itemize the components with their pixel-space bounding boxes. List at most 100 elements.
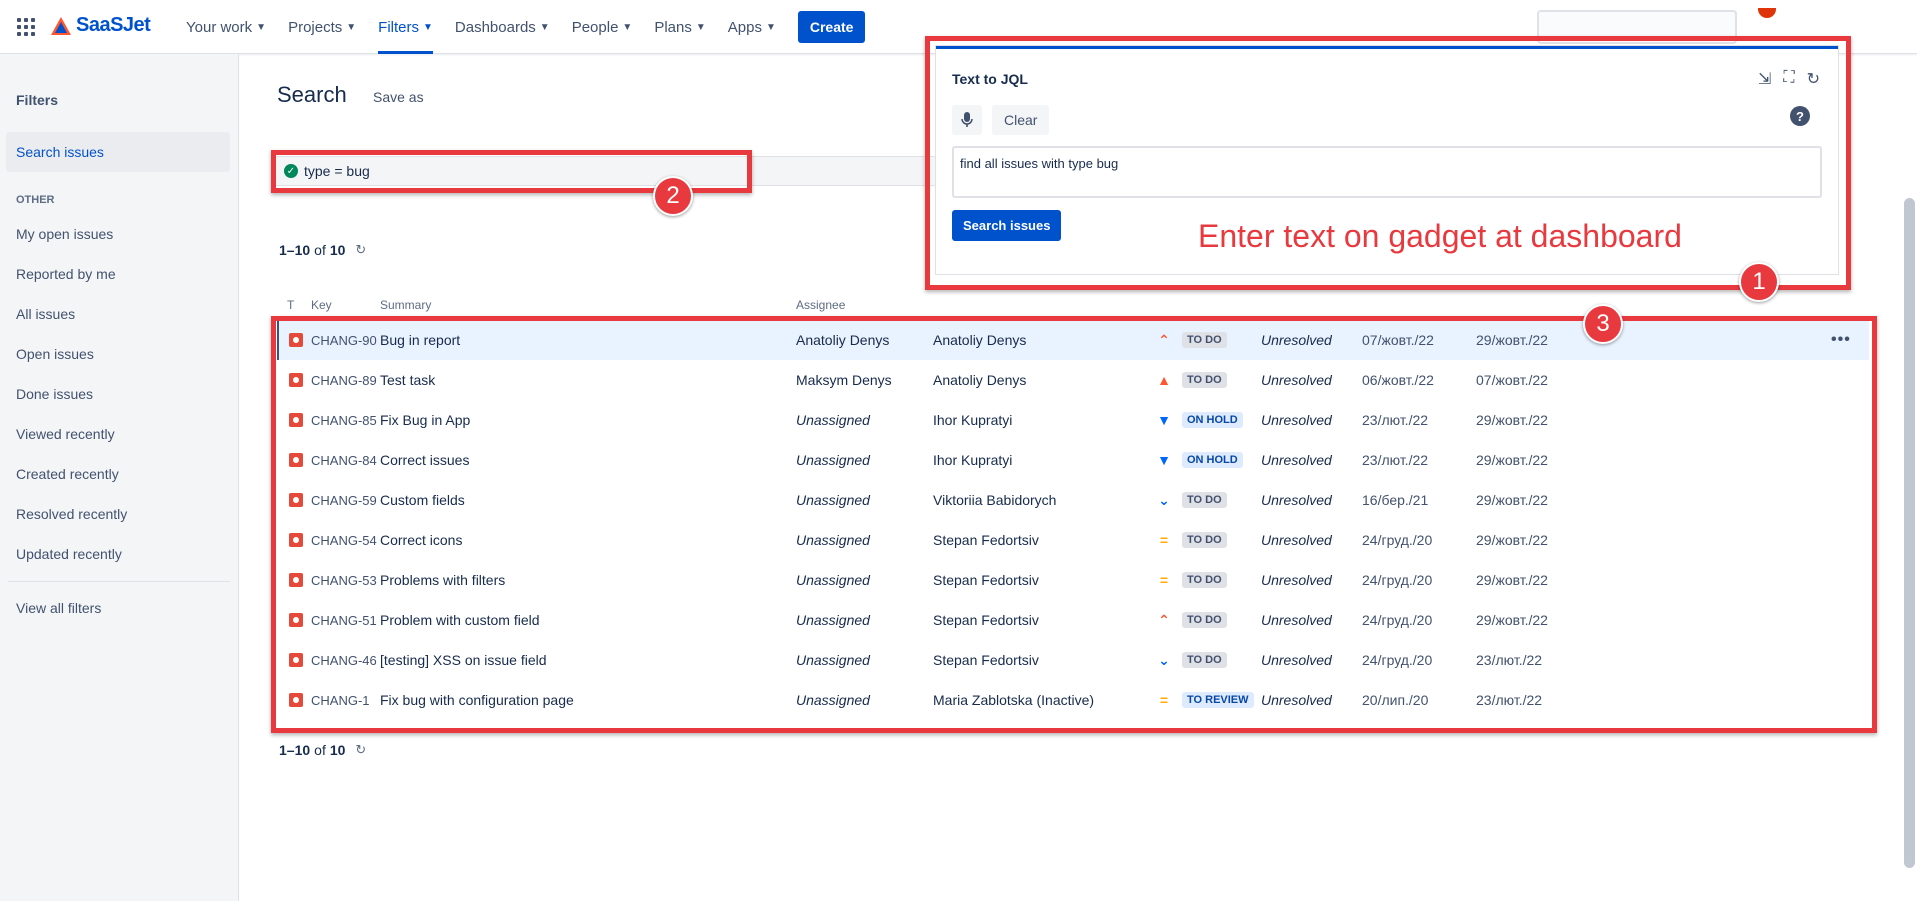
issue-summary[interactable]: Test task (380, 360, 435, 400)
annotation-marker-1: 1 (1739, 262, 1779, 302)
sidebar-item-updated-recently[interactable]: Updated recently (6, 534, 230, 574)
search-issues-button[interactable]: Search issues (952, 210, 1062, 241)
sidebar-item-my-open-issues[interactable]: My open issues (6, 214, 230, 254)
sidebar-item-done-issues[interactable]: Done issues (6, 374, 230, 414)
table-row[interactable]: CHANG-84 Correct issues Unassigned Ihor Kup… (279, 440, 1869, 480)
sidebar-item-reported-by-me[interactable]: Reported by me (6, 254, 230, 294)
table-row[interactable]: CHANG-53 Problems with filters Unassigned S… (279, 560, 1869, 600)
table-header: T Key Summary Assignee (279, 298, 1859, 316)
fullscreen-icon[interactable]: ⛶ (1783, 69, 1794, 89)
table-row[interactable]: CHANG-51 Problem with custom field Unassig… (279, 600, 1869, 640)
priority-high-icon: ⌃ (1158, 331, 1170, 348)
issue-resolution: Unresolved (1261, 532, 1332, 548)
issue-reporter: Anatoliy Denys (933, 332, 1027, 348)
annotation-marker-3: 3 (1583, 304, 1623, 344)
issue-summary[interactable]: Correct icons (380, 520, 462, 560)
refresh-icon[interactable]: ↻ (1807, 69, 1820, 89)
issue-key[interactable]: CHANG-85 (311, 400, 377, 440)
app-switcher-icon[interactable] (17, 18, 35, 36)
table-row[interactable]: CHANG-59 Custom fields Unassigned Viktoriia… (279, 480, 1869, 520)
query-textarea[interactable]: find all issues with type bug (952, 146, 1822, 198)
nav-projects[interactable]: Projects ▼ (288, 0, 356, 54)
create-button[interactable]: Create (797, 11, 866, 43)
issue-key[interactable]: CHANG-53 (311, 560, 377, 600)
page-scrollbar[interactable] (1904, 198, 1915, 868)
issue-created: 23/лют./22 (1362, 452, 1429, 468)
sidebar-item-viewed-recently[interactable]: Viewed recently (6, 414, 230, 454)
jql-query-field[interactable]: ✓ type = bug (271, 156, 951, 186)
priority-highest-icon: ▲ (1157, 372, 1171, 388)
issue-key[interactable]: CHANG-59 (311, 480, 377, 520)
table-row[interactable]: CHANG-54 Correct icons Unassigned Stepan Fe… (279, 520, 1869, 560)
status-lozenge: TO DO (1182, 372, 1227, 388)
microphone-button[interactable] (952, 105, 982, 135)
issue-reporter: Ihor Kupratyi (933, 452, 1013, 468)
sidebar-item-view-all-filters[interactable]: View all filters (6, 588, 230, 628)
issue-key[interactable]: CHANG-90 (311, 320, 377, 360)
column-header-key[interactable]: Key (311, 298, 332, 312)
issue-reporter: Stepan Fedortsiv (933, 572, 1039, 588)
issue-key[interactable]: CHANG-54 (311, 520, 377, 560)
priority-lowest-icon: ▼ (1157, 412, 1171, 428)
issue-updated: 23/лют./22 (1476, 692, 1543, 708)
status-lozenge: ON HOLD (1182, 412, 1243, 428)
status-lozenge: TO DO (1182, 492, 1227, 508)
issue-summary[interactable]: Problem with custom field (380, 600, 540, 640)
nav-apps[interactable]: Apps ▼ (728, 0, 776, 54)
refresh-icon[interactable]: ↻ (355, 242, 366, 258)
issue-key[interactable]: CHANG-1 (311, 680, 370, 720)
sidebar-item-open-issues[interactable]: Open issues (6, 334, 230, 374)
global-search-input[interactable] (1537, 10, 1737, 44)
refresh-icon[interactable]: ↻ (355, 742, 366, 758)
clear-button[interactable]: Clear (992, 105, 1050, 135)
issue-summary[interactable]: Correct issues (380, 440, 469, 480)
issue-resolution: Unresolved (1261, 492, 1332, 508)
sidebar-item-all-issues[interactable]: All issues (6, 294, 230, 334)
nav-your-work[interactable]: Your work ▼ (186, 0, 266, 54)
nav-filters[interactable]: Filters ▼ (378, 0, 433, 54)
logo-icon (51, 16, 71, 35)
issue-key[interactable]: CHANG-84 (311, 440, 377, 480)
table-row[interactable]: CHANG-90 Bug in report Anatoliy Denys Anato… (277, 320, 1869, 360)
help-icon[interactable]: ? (1790, 106, 1810, 126)
nav-plans[interactable]: Plans ▼ (654, 0, 705, 54)
issue-summary[interactable]: [testing] XSS on issue field (380, 640, 547, 680)
table-row[interactable]: CHANG-85 Fix Bug in App Unassigned Ihor Kup… (279, 400, 1869, 440)
sidebar-heading-other: OTHER (16, 194, 55, 206)
issue-created: 20/лип./20 (1362, 692, 1429, 708)
status-lozenge: TO DO (1182, 332, 1227, 348)
sidebar-item-search-issues[interactable]: Search issues (6, 132, 230, 172)
column-header-assignee[interactable]: Assignee (796, 298, 845, 312)
issue-assignee: Unassigned (796, 452, 870, 468)
issue-key[interactable]: CHANG-46 (311, 640, 377, 680)
avatar[interactable] (1758, 8, 1776, 18)
issue-summary[interactable]: Fix bug with configuration page (380, 680, 574, 720)
sidebar-item-resolved-recently[interactable]: Resolved recently (6, 494, 230, 534)
issue-key[interactable]: CHANG-51 (311, 600, 377, 640)
nav-people[interactable]: People ▼ (572, 0, 633, 54)
issue-summary[interactable]: Bug in report (380, 320, 460, 360)
nav-dashboards[interactable]: Dashboards ▼ (455, 0, 550, 54)
status-badge: TO DO (1182, 360, 1227, 400)
issue-summary[interactable]: Fix Bug in App (380, 400, 470, 440)
table-row[interactable]: CHANG-1 Fix bug with configuration page Un… (279, 680, 1869, 720)
pagination-of: of (314, 242, 326, 258)
sidebar-item-created-recently[interactable]: Created recently (6, 454, 230, 494)
more-actions-icon[interactable]: ••• (1831, 320, 1851, 360)
logo[interactable]: SaaSJet (50, 14, 151, 37)
issue-resolution: Unresolved (1261, 572, 1332, 588)
issue-key[interactable]: CHANG-89 (311, 360, 377, 400)
issue-assignee: Unassigned (796, 572, 870, 588)
save-as-button[interactable]: Save as (373, 89, 424, 105)
annotation-caption: Enter text on gadget at dashboard (1198, 218, 1683, 255)
issue-resolution: Unresolved (1261, 652, 1332, 668)
minimize-icon[interactable]: ⇲ (1758, 69, 1771, 89)
table-row[interactable]: CHANG-89 Test task Maksym Denys Anatoliy De… (279, 360, 1869, 400)
table-row[interactable]: CHANG-46 [testing] XSS on issue field Unas… (279, 640, 1869, 680)
issue-summary[interactable]: Custom fields (380, 480, 465, 520)
column-header-type[interactable]: T (287, 298, 294, 312)
issue-updated: 29/жовт./22 (1476, 412, 1548, 428)
issue-summary[interactable]: Problems with filters (380, 560, 505, 600)
column-header-summary[interactable]: Summary (380, 298, 431, 312)
bug-icon (289, 320, 303, 360)
